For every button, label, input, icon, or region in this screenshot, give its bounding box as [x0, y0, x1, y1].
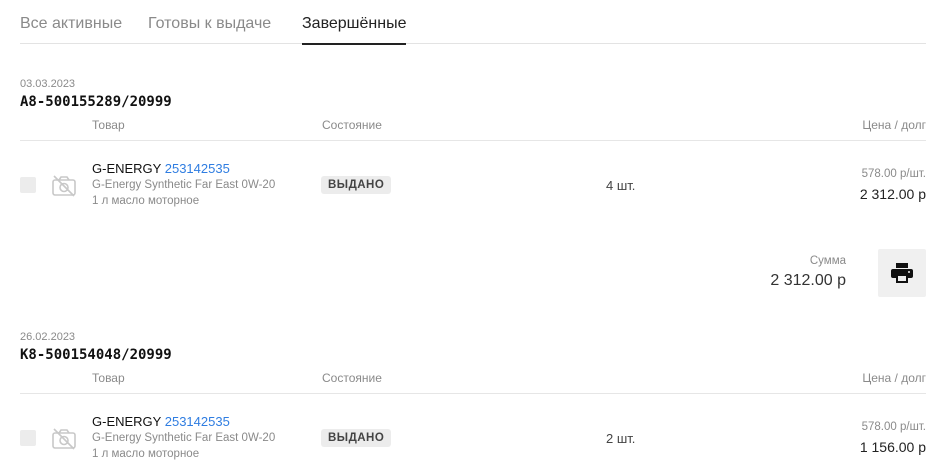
article-link[interactable]: 253142535 — [165, 161, 230, 176]
status-badge: ВЫДАНО — [321, 176, 392, 194]
item-quantity: 4 шт. — [606, 178, 636, 193]
unit-price: 578.00 р/шт. — [861, 421, 926, 433]
item-volume: 1 л масло моторное — [92, 195, 200, 207]
order-number: A8-500155289/20999 — [20, 94, 172, 110]
brand-name: G-ENERGY — [92, 161, 162, 176]
column-header-goods: Товар — [92, 118, 125, 132]
item-name: G-Energy Synthetic Far East 0W-20 — [92, 432, 276, 444]
unit-price: 578.00 р/шт. — [861, 168, 926, 180]
header-divider — [20, 393, 926, 394]
item-name: G-Energy Synthetic Far East 0W-20 — [92, 179, 276, 191]
order-date: 03.03.2023 — [20, 78, 76, 90]
column-header-state: Состояние — [322, 371, 382, 385]
printer-icon — [891, 263, 913, 283]
item-quantity: 2 шт. — [606, 431, 636, 446]
article-link[interactable]: 253142535 — [165, 414, 230, 429]
item-total: 2 312.00 р — [859, 186, 926, 202]
print-button[interactable] — [878, 249, 926, 297]
tab-all-active[interactable]: Все активные — [20, 15, 122, 43]
order-number: K8-500154048/20999 — [20, 347, 172, 363]
column-header-state: Состояние — [322, 118, 382, 132]
status-badge: ВЫДАНО — [321, 429, 392, 447]
item-brand: G-ENERGY 253142535 — [92, 414, 230, 429]
column-header-price: Цена / долг — [862, 118, 926, 132]
column-header-goods: Товар — [92, 371, 125, 385]
sum-label: Сумма — [809, 255, 846, 267]
item-volume: 1 л масло моторное — [92, 448, 200, 460]
column-header-price: Цена / долг — [862, 371, 926, 385]
no-photo-icon — [52, 428, 76, 450]
brand-name: G-ENERGY — [92, 414, 162, 429]
no-photo-icon — [52, 175, 76, 197]
tab-ready-for-pickup[interactable]: Готовы к выдаче — [148, 15, 271, 43]
item-checkbox[interactable] — [20, 177, 36, 193]
order-tabs: Все активные Готовы к выдаче Завершённые — [20, 0, 926, 45]
item-total: 1 156.00 р — [859, 439, 926, 455]
order-date: 26.02.2023 — [20, 331, 76, 343]
header-divider — [20, 140, 926, 141]
item-brand: G-ENERGY 253142535 — [92, 161, 230, 176]
tab-completed[interactable]: Завершённые — [302, 15, 407, 45]
sum-value: 2 312.00 р — [770, 272, 846, 289]
item-checkbox[interactable] — [20, 430, 36, 446]
